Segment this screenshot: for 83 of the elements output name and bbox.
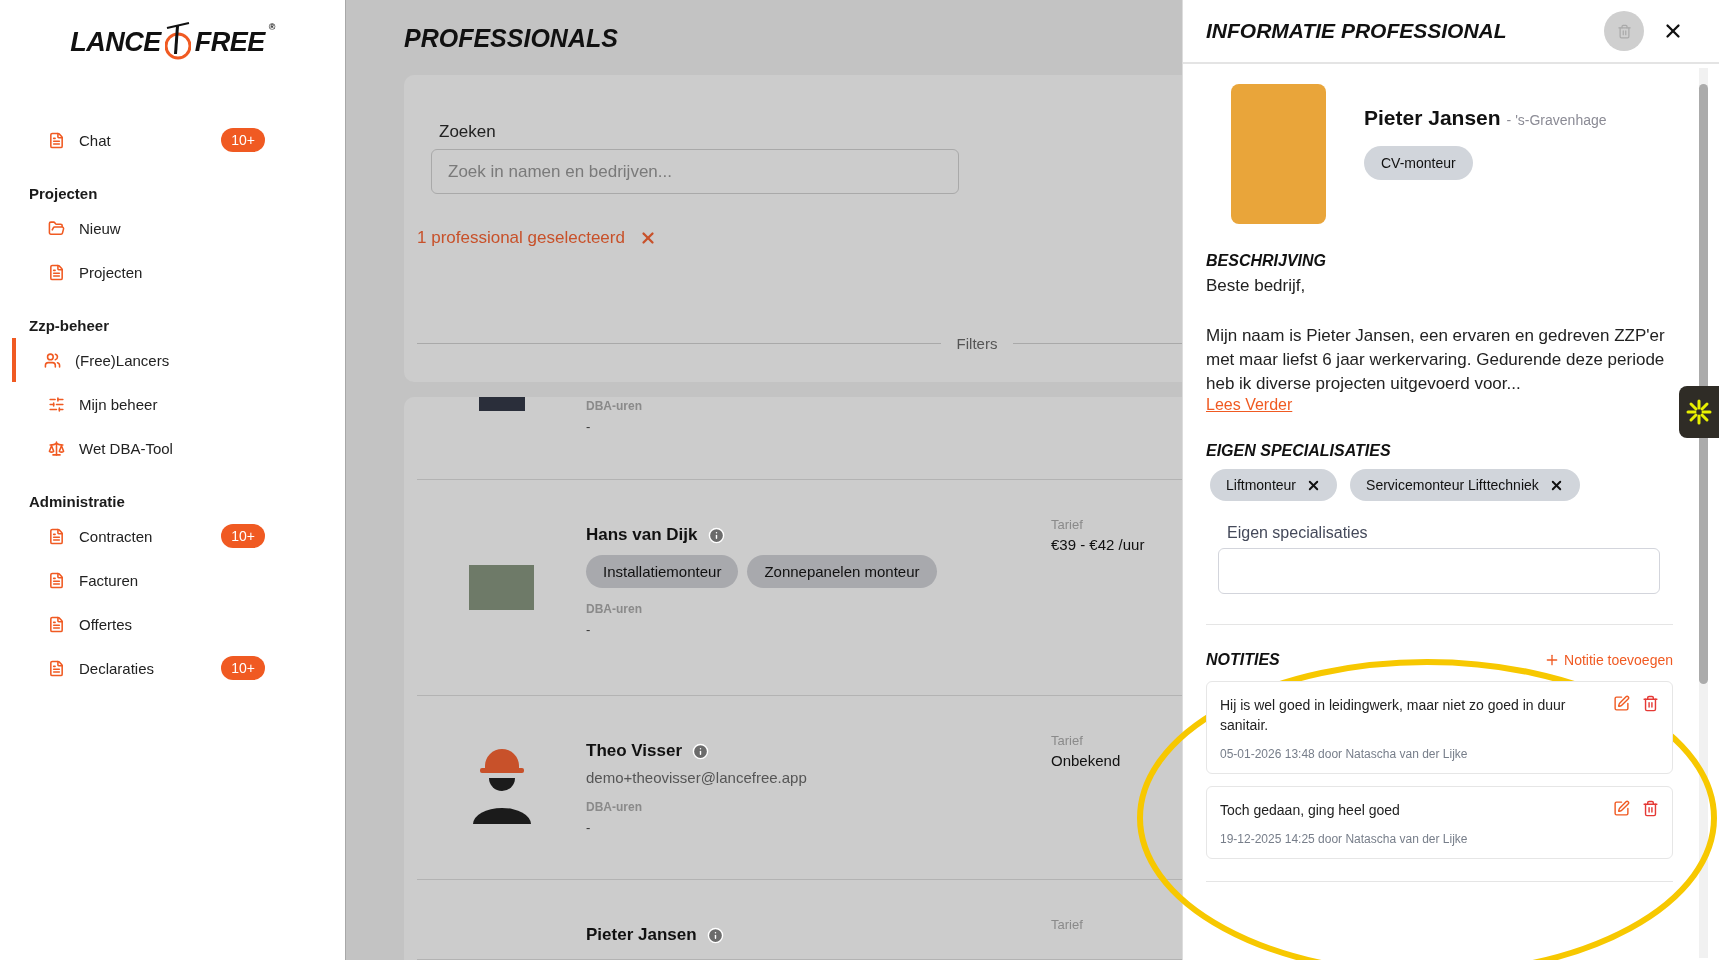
- count-badge: 10+: [221, 128, 265, 152]
- note-meta: 05-01-2026 13:48 door Natascha van der Lijke: [1220, 747, 1469, 761]
- folder-icon: [48, 219, 65, 237]
- edit-icon: [1613, 800, 1630, 817]
- nav-item[interactable]: Contracten 10+: [16, 514, 345, 558]
- nav-item[interactable]: Facturen: [16, 558, 345, 602]
- document-icon: [48, 571, 65, 589]
- info-icon[interactable]: [707, 526, 725, 544]
- scale-icon: [48, 439, 65, 457]
- email-text: demo+theovisser@lancefree.app: [586, 769, 807, 786]
- section-heading: EIGEN SPECIALISATIES: [1206, 442, 1392, 460]
- dba-label: DBA-uren: [586, 800, 642, 814]
- note-text: Hij is wel goed in leidingwerk, maar niet zo goed in duur sanitair.: [1220, 696, 1567, 735]
- nav-section-heading: Administratie: [28, 492, 126, 512]
- brand-logo: LANCE FREE®: [70, 22, 275, 62]
- skill-tag: CV-monteur: [1364, 146, 1473, 180]
- rate-label: Tarief: [1051, 517, 1083, 532]
- nav-item[interactable]: Projecten: [16, 250, 345, 294]
- nav-item[interactable]: Chat 10+: [16, 118, 345, 162]
- document-icon: [48, 527, 65, 545]
- asterisk-icon: [1686, 399, 1712, 425]
- trash-icon: [1642, 800, 1659, 817]
- field-label: Eigen specialisaties: [1227, 524, 1369, 542]
- filters-label: Filters: [956, 335, 998, 352]
- panel-title: INFORMATIE PROFESSIONAL: [1206, 19, 1508, 43]
- edit-button[interactable]: [1613, 800, 1630, 817]
- logo-figure-icon: [164, 22, 191, 62]
- info-icon[interactable]: [692, 742, 710, 760]
- dba-value: -: [586, 419, 591, 434]
- nav-section-heading: Zzp-beheer: [28, 316, 110, 336]
- description-text: Mijn naam is Pieter Jansen, een ervaren en gedreven ZZP'er met maar liefst 6 jaar werkervaring. Gedurende deze periode heb ik diverse projecten uitgevoerd voor...: [1206, 325, 1666, 395]
- nav-item[interactable]: Wet DBA-Tool: [16, 426, 345, 470]
- note-text: Toch gedaan, ging heel goed: [1220, 801, 1401, 820]
- input-field[interactable]: [1218, 548, 1660, 594]
- count-badge: 10+: [221, 524, 265, 548]
- profile-name: Pieter Jansen: [1364, 106, 1501, 129]
- dba-label: DBA-uren: [586, 602, 642, 616]
- delete-button[interactable]: [1642, 695, 1659, 712]
- skill-tag: Zonnepanelen monteur: [747, 555, 937, 588]
- dba-value: -: [586, 820, 591, 835]
- people-icon: [44, 351, 61, 369]
- professional-name[interactable]: Theo Visser: [586, 741, 683, 761]
- help-widget-button[interactable]: [1679, 386, 1719, 438]
- rate-label: Tarief: [1051, 733, 1083, 748]
- page-title: PROFESSIONALS: [404, 24, 618, 53]
- section-heading: NOTITIES: [1206, 651, 1280, 669]
- photo-placeholder: [469, 565, 534, 610]
- selection-text: 1 professional geselecteerd: [417, 228, 625, 248]
- dba-value: -: [586, 622, 591, 637]
- document-icon: [48, 131, 65, 149]
- professional-name[interactable]: Pieter Jansen: [586, 925, 697, 945]
- edit-button[interactable]: [1613, 695, 1630, 712]
- photo-placeholder: [478, 397, 525, 411]
- delete-button[interactable]: [1642, 800, 1659, 817]
- count-badge: 10+: [221, 656, 265, 680]
- search-field[interactable]: Zoek in namen en bedrijven...: [431, 149, 959, 194]
- document-icon: [48, 659, 65, 677]
- trash-icon: [1642, 695, 1659, 712]
- skill-tag: Installatiemonteur: [586, 555, 739, 588]
- professional-name[interactable]: Hans van Dijk: [586, 525, 698, 545]
- note-meta: 19-12-2025 14:25 door Natascha van der Lijke: [1220, 832, 1469, 846]
- description-text: Beste bedrijf,: [1206, 275, 1307, 297]
- rate-label: Tarief: [1051, 917, 1083, 932]
- section-heading: BESCHRIJVING: [1206, 252, 1328, 270]
- info-icon[interactable]: [706, 926, 724, 944]
- nav-item[interactable]: Declaraties 10+: [16, 646, 345, 690]
- scrollbar-thumb[interactable]: [1699, 84, 1708, 684]
- document-icon: [48, 263, 65, 281]
- specialization-chip: Servicemonteur Lifttechniek: [1350, 469, 1580, 501]
- nav-item[interactable]: Mijn beheer: [16, 382, 345, 426]
- sliders-icon: [48, 395, 65, 413]
- rate-value: €39 - €42 /uur: [1051, 536, 1145, 553]
- trash-icon: [1616, 23, 1632, 39]
- rate-value: Onbekend: [1051, 752, 1121, 769]
- nav-section-heading: Projecten: [28, 184, 99, 204]
- field-label: Zoeken: [439, 122, 497, 142]
- nav-item[interactable]: Offertes: [16, 602, 345, 646]
- nav-item[interactable]: Nieuw: [16, 206, 345, 250]
- city-text: - 's-Gravenhage: [1506, 112, 1607, 128]
- edit-icon: [1613, 695, 1630, 712]
- specialization-chip: Liftmonteur: [1210, 469, 1338, 501]
- document-icon: [48, 615, 65, 633]
- dba-label: DBA-uren: [586, 399, 642, 413]
